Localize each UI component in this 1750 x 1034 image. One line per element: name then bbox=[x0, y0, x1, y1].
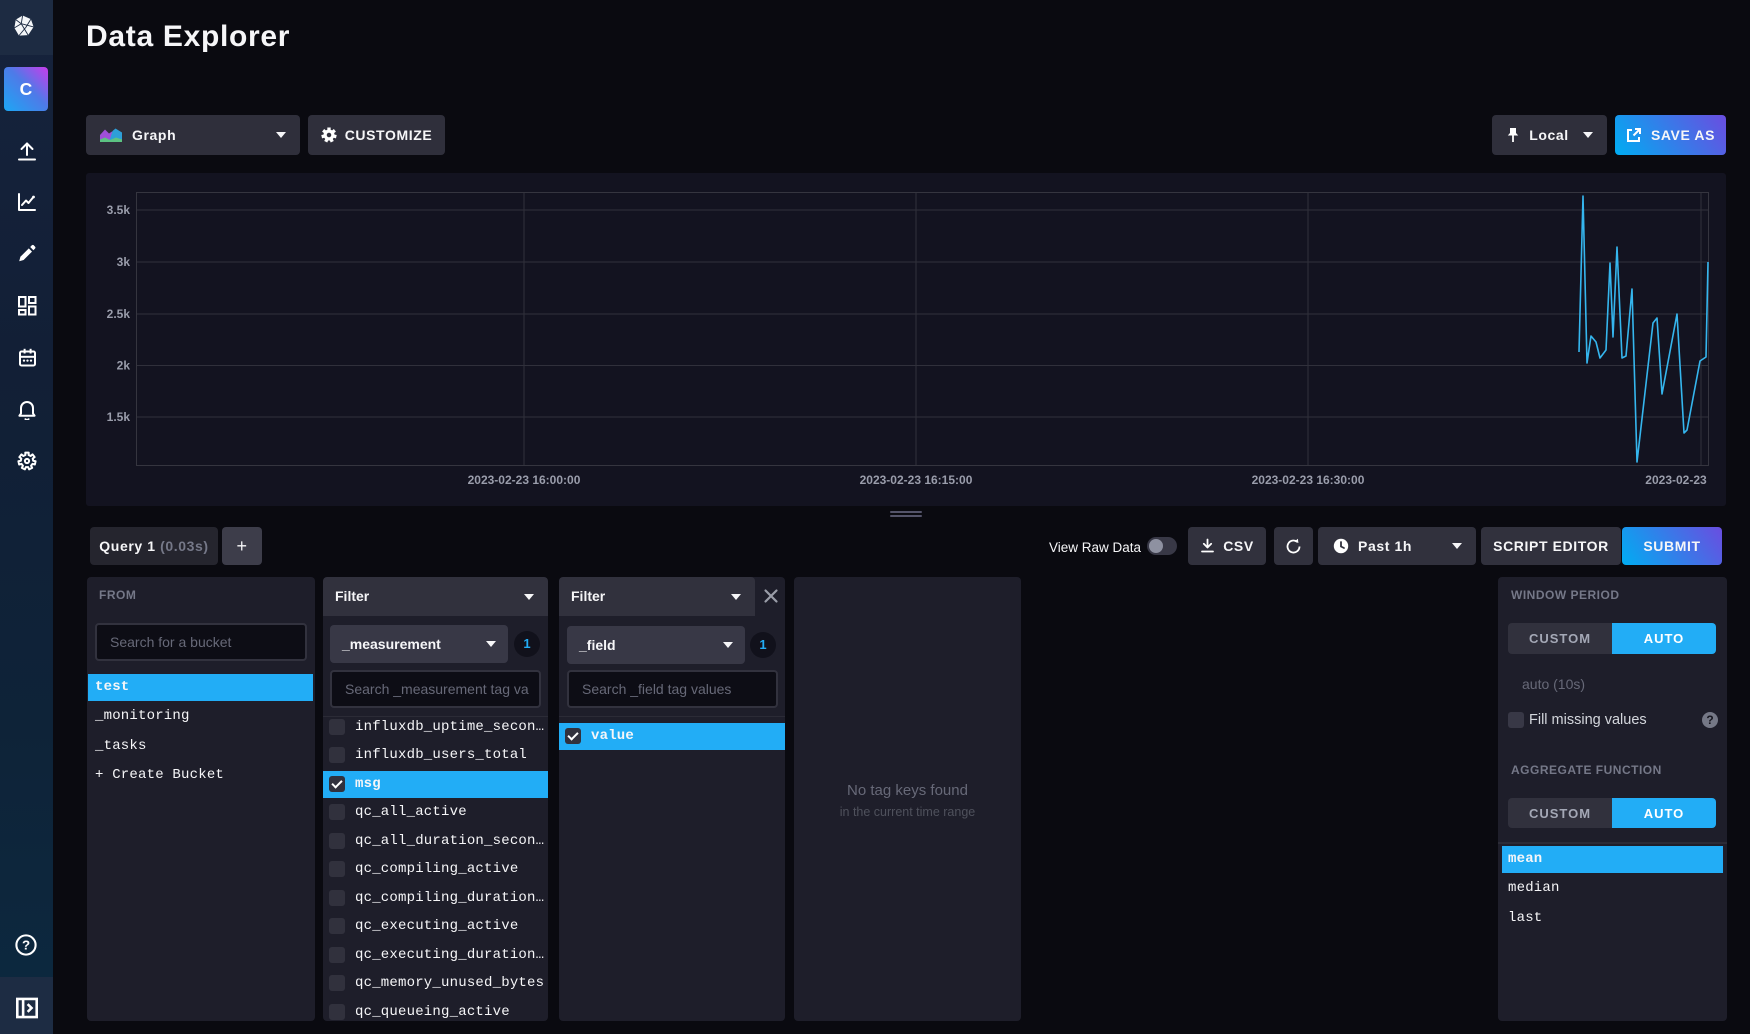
svg-text:?: ? bbox=[22, 938, 30, 953]
svg-text:2023-02-23 16:30:00: 2023-02-23 16:30:00 bbox=[1252, 473, 1365, 487]
svg-text:2023-02-23 16:00:00: 2023-02-23 16:00:00 bbox=[468, 473, 581, 487]
svg-text:2023-02-23: 2023-02-23 bbox=[1645, 473, 1707, 487]
svg-text:2023-02-23 16:15:00: 2023-02-23 16:15:00 bbox=[860, 473, 973, 487]
svg-text:2k: 2k bbox=[117, 359, 131, 373]
svg-text:1.5k: 1.5k bbox=[107, 410, 131, 424]
svg-text:3k: 3k bbox=[117, 255, 131, 269]
svg-text:2.5k: 2.5k bbox=[107, 307, 131, 321]
svg-text:3.5k: 3.5k bbox=[107, 203, 131, 217]
